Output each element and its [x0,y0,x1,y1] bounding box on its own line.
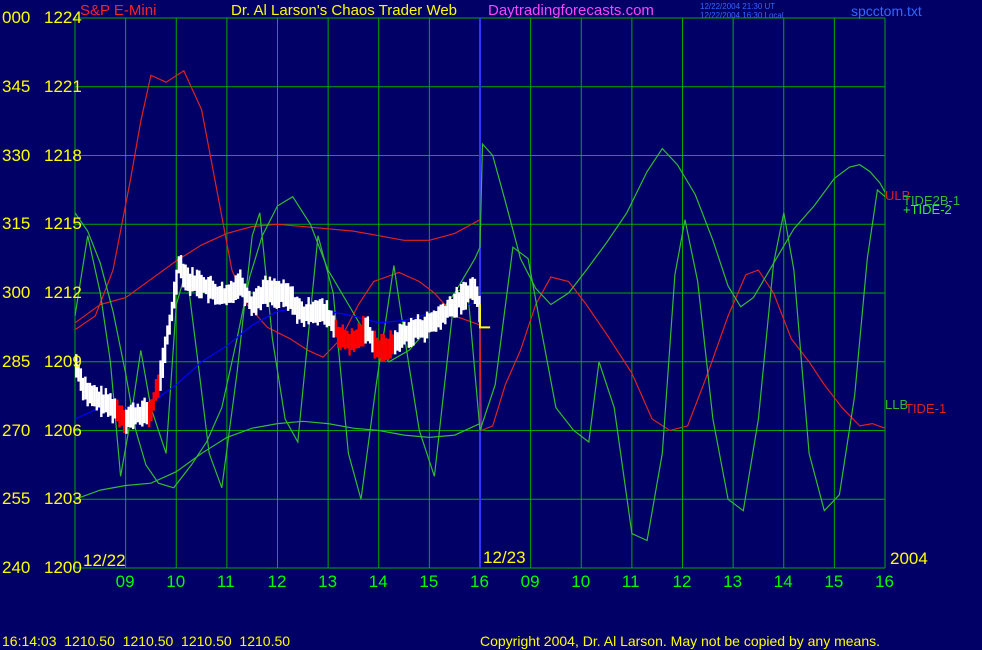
y-label-right: 1218 [44,145,82,165]
x-tick-label: 16 [470,572,489,591]
y-label-left: 315 [2,214,31,234]
x-tick-label: 14 [773,572,793,591]
y-label-right: 1209 [44,351,82,371]
file-name: spcctom.txt [851,3,922,19]
y-label-right: 1215 [44,214,82,234]
y-label-left: 240 [2,558,31,577]
timestamp-ut: 12/22/2004 21:30 UT [700,2,776,11]
instrument-label: S&P E-Mini [80,2,157,19]
y-label-left: 285 [2,351,31,371]
copyright: Copyright 2004, Dr. Al Larson. May not b… [480,633,881,649]
y-label-left: 255 [2,489,31,509]
y-label-right: 1200 [44,558,82,577]
x-tick-label: 09 [115,572,135,591]
x-tick-label: 11 [621,572,640,591]
timestamp-local: 12/22/2004 16:30 Local [700,11,784,20]
x-tick-label: 11 [216,572,235,591]
y-label-left: 000 [2,8,31,27]
chart-title: Dr. Al Larson's Chaos Trader Web [231,2,458,19]
y-label-right: 1221 [44,76,82,96]
y-label-left: 330 [2,145,31,165]
site-link[interactable]: Daytradingforecasts.com [488,2,654,19]
x-tick-label: 12 [672,572,692,591]
x-tick-label: 10 [166,572,186,591]
x-tick-label: 14 [368,572,388,591]
y-label-left: 270 [2,420,31,440]
year-label: 2004 [890,549,928,568]
y-label-left: 300 [2,283,31,302]
y-label-left: 345 [2,76,31,96]
x-tick-label: 16 [875,572,894,591]
x-tick-label: 15 [419,572,439,591]
y-label-right: 1206 [44,420,82,440]
x-tick-label: 15 [824,572,844,591]
quote-line: 16:14:03 1210.50 1210.50 1210.50 1210.50 [2,633,291,649]
date-label-day2: 12/23 [483,548,526,567]
x-tick-label: 13 [318,572,338,591]
date-label-day1: 12/22 [83,551,126,570]
x-tick-label: 13 [723,572,743,591]
y-label-right: 1203 [44,489,82,509]
series-label-tide1: TIDE-1 [905,401,947,416]
x-tick-label: 12 [267,572,287,591]
x-tick-label: 10 [571,572,591,591]
y-label-right: 1212 [44,283,82,302]
x-tick-label: 09 [520,572,540,591]
series-label-tide2: +TIDE-2 [903,202,952,217]
y-label-right: 1224 [44,8,82,27]
